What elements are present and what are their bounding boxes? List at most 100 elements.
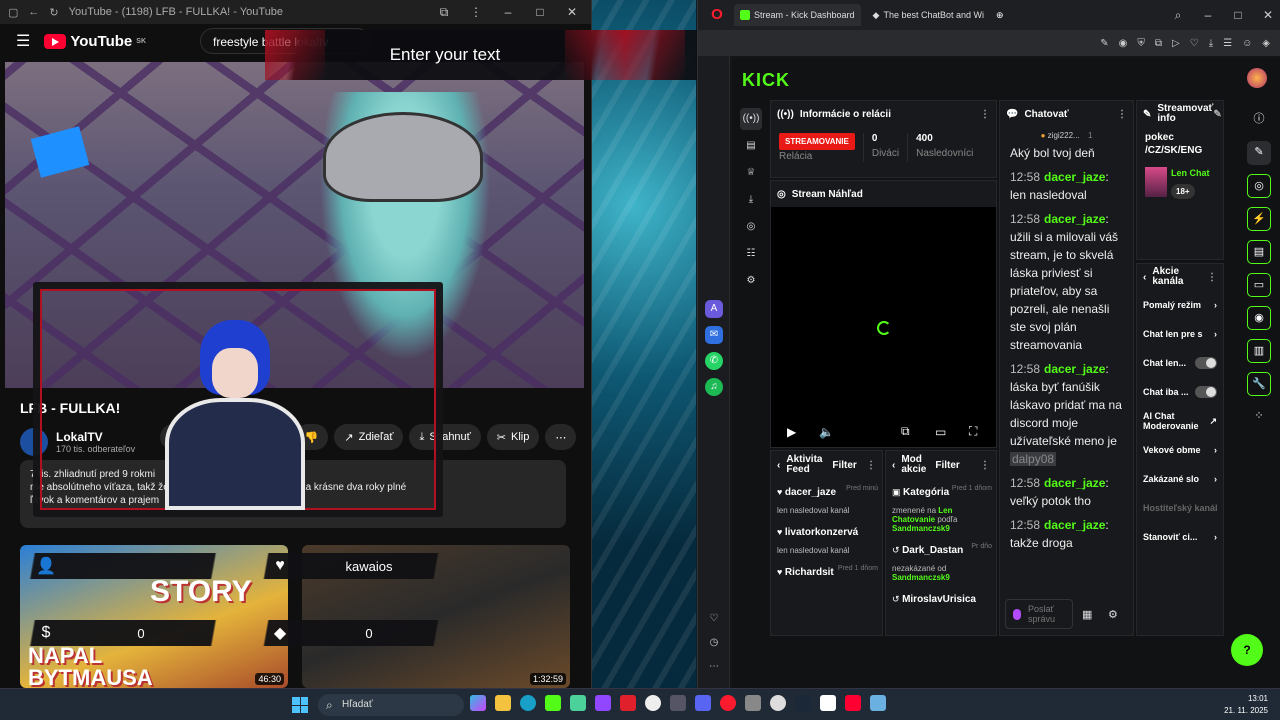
nav-settings-icon[interactable]: ⚙	[740, 270, 762, 292]
back-icon[interactable]: ←	[28, 6, 39, 18]
app-icon[interactable]	[670, 695, 686, 711]
filter-button[interactable]: Filter	[935, 460, 959, 471]
extension-icon[interactable]: ⧉	[1155, 38, 1162, 49]
hexagon-app-icon[interactable]	[570, 695, 586, 711]
more-icon[interactable]: ⋮	[1207, 272, 1217, 283]
copilot-icon[interactable]	[470, 695, 486, 711]
pip-button[interactable]: ⧉	[901, 424, 910, 439]
toggle-switch[interactable]	[1195, 356, 1217, 369]
action-emotes-only[interactable]: Chat iba ...	[1137, 377, 1223, 406]
youtube-logo[interactable]: YouTube SK	[44, 33, 146, 50]
action-banned-words[interactable]: Zakázané slo ›	[1137, 464, 1223, 493]
tab-kick-dashboard[interactable]: Stream - Kick Dashboard	[734, 4, 861, 26]
fullscreen-button[interactable]: ⛶	[969, 424, 977, 439]
github-icon[interactable]	[770, 695, 786, 711]
chat-input[interactable]: Poslať správu	[1005, 599, 1073, 629]
camera-icon[interactable]: ◉	[1119, 38, 1128, 49]
message-user[interactable]: dacer_jaze	[1044, 170, 1105, 184]
nav-download-icon[interactable]: ⤓	[740, 189, 762, 211]
close-button[interactable]: ✕	[561, 5, 583, 19]
explorer-icon[interactable]	[495, 695, 511, 711]
search-icon[interactable]: ⌕	[1166, 8, 1190, 23]
maximize-button[interactable]: □	[1226, 8, 1250, 22]
whatsapp-icon[interactable]: ✆	[705, 352, 723, 370]
action-age-restriction[interactable]: Vekové obme ›	[1137, 435, 1223, 464]
more-icon[interactable]: ⋮	[866, 460, 876, 471]
edge-icon[interactable]	[520, 695, 536, 711]
more-icon[interactable]: ⋮	[980, 109, 990, 120]
settings-icon[interactable]: ⚙	[1108, 608, 1118, 621]
message-user[interactable]: dacer_jaze	[1044, 362, 1105, 376]
heart-icon[interactable]: ♡	[1190, 38, 1199, 49]
history-icon[interactable]: ◷	[705, 634, 723, 652]
profile-icon[interactable]: ☺	[1242, 38, 1252, 49]
play-button[interactable]: ▶	[787, 425, 796, 439]
spotify-icon[interactable]: ♫	[705, 378, 723, 396]
apps-icon[interactable]: ⁘	[1247, 405, 1271, 429]
shield-icon[interactable]: ⛨	[1137, 38, 1145, 49]
vmix-icon[interactable]	[870, 695, 886, 711]
new-tab-icon[interactable]: ⊕	[996, 10, 1004, 21]
minimize-button[interactable]: –	[497, 5, 519, 19]
volume-button[interactable]: 🔈	[819, 425, 834, 439]
message-user[interactable]: dacer_jaze	[1044, 476, 1105, 490]
amd-icon[interactable]	[620, 695, 636, 711]
mod-item[interactable]: ↺ MiroslavUrisica	[886, 586, 996, 609]
file-icon[interactable]	[820, 695, 836, 711]
more-icon[interactable]: ⋯	[705, 658, 723, 676]
wrench-icon[interactable]: 🔧	[1247, 372, 1271, 396]
pencil-icon[interactable]: ✎	[1247, 141, 1271, 165]
tab-chatbot[interactable]: ◆ The best ChatBot and Wi	[867, 4, 990, 26]
action-followers-only[interactable]: Chat len pre s ›	[1137, 319, 1223, 348]
live-icon[interactable]: ◉	[1247, 306, 1271, 330]
nav-users-icon[interactable]: ☷	[740, 243, 762, 265]
opera-taskbar-icon[interactable]	[720, 695, 736, 711]
taskbar-clock[interactable]: 13:01 21. 11. 2025	[1224, 693, 1268, 717]
action-set-goal[interactable]: Stanoviť ci... ›	[1137, 522, 1223, 551]
sidebar-toggle-icon[interactable]: ▢	[8, 6, 18, 19]
maximize-button[interactable]: □	[529, 5, 551, 19]
puzzle-icon[interactable]: ◈	[1262, 38, 1270, 49]
database-icon[interactable]	[745, 695, 761, 711]
profile-avatar[interactable]	[1247, 68, 1267, 88]
taskbar-search[interactable]: Hľadať	[318, 694, 464, 716]
message-user[interactable]: dacer_jaze	[1044, 212, 1105, 226]
chevron-left-icon[interactable]: ‹	[892, 460, 895, 471]
close-button[interactable]: ✕	[1256, 8, 1280, 22]
more-icon[interactable]: ⋮	[1117, 109, 1127, 120]
pencil-icon[interactable]: ✎	[1213, 109, 1221, 120]
nav-live-icon[interactable]: ((•))	[740, 108, 762, 130]
twitch-icon[interactable]	[595, 695, 611, 711]
start-button[interactable]	[292, 697, 308, 713]
action-ai-moderation[interactable]: AI Chat Moderovanie ↗	[1137, 406, 1223, 435]
action-host-channel[interactable]: Hostiteľský kanál	[1137, 493, 1223, 522]
nav-stats-icon[interactable]: ▤	[740, 135, 762, 157]
info-icon[interactable]: ⓘ	[1247, 108, 1271, 132]
bolt-icon[interactable]: ⚡	[1247, 207, 1271, 231]
hamburger-icon[interactable]: ☰	[16, 31, 30, 51]
layout-icon[interactable]: ▥	[1247, 339, 1271, 363]
steam-icon[interactable]	[795, 695, 811, 711]
nav-trophy-icon[interactable]: ♕	[740, 162, 762, 184]
youtube-taskbar-icon[interactable]	[845, 695, 861, 711]
heart-icon[interactable]: ♡	[705, 610, 723, 628]
feed-item[interactable]: ♥ Richardsit Pred 1 dňom	[771, 559, 882, 582]
aria-icon[interactable]: A	[705, 300, 723, 318]
menu-icon[interactable]: ⋮	[465, 5, 487, 19]
play-icon[interactable]: ▷	[1172, 38, 1180, 49]
edit-icon[interactable]: ✎	[1100, 38, 1108, 49]
messenger-icon[interactable]: ✉	[705, 326, 723, 344]
chevron-left-icon[interactable]: ‹	[777, 460, 780, 471]
more-button[interactable]: ⋯	[545, 424, 577, 450]
theater-button[interactable]: ▭	[935, 425, 946, 439]
clip-button[interactable]: ✂ Klip	[486, 424, 540, 450]
opera-icon[interactable]: O	[706, 4, 728, 26]
more-icon[interactable]: ⋮	[980, 460, 990, 471]
help-button[interactable]: ?	[1231, 634, 1263, 666]
feed-item[interactable]: ♥ livatorkonzervá len nasledoval kanál	[771, 519, 882, 559]
store-icon[interactable]: ▦	[1082, 608, 1092, 621]
minimize-button[interactable]: –	[1196, 8, 1220, 22]
action-slow-mode[interactable]: Pomalý režim ›	[1137, 290, 1223, 319]
message-user[interactable]: dacer_jaze	[1044, 518, 1105, 532]
toggle-switch[interactable]	[1195, 385, 1217, 398]
